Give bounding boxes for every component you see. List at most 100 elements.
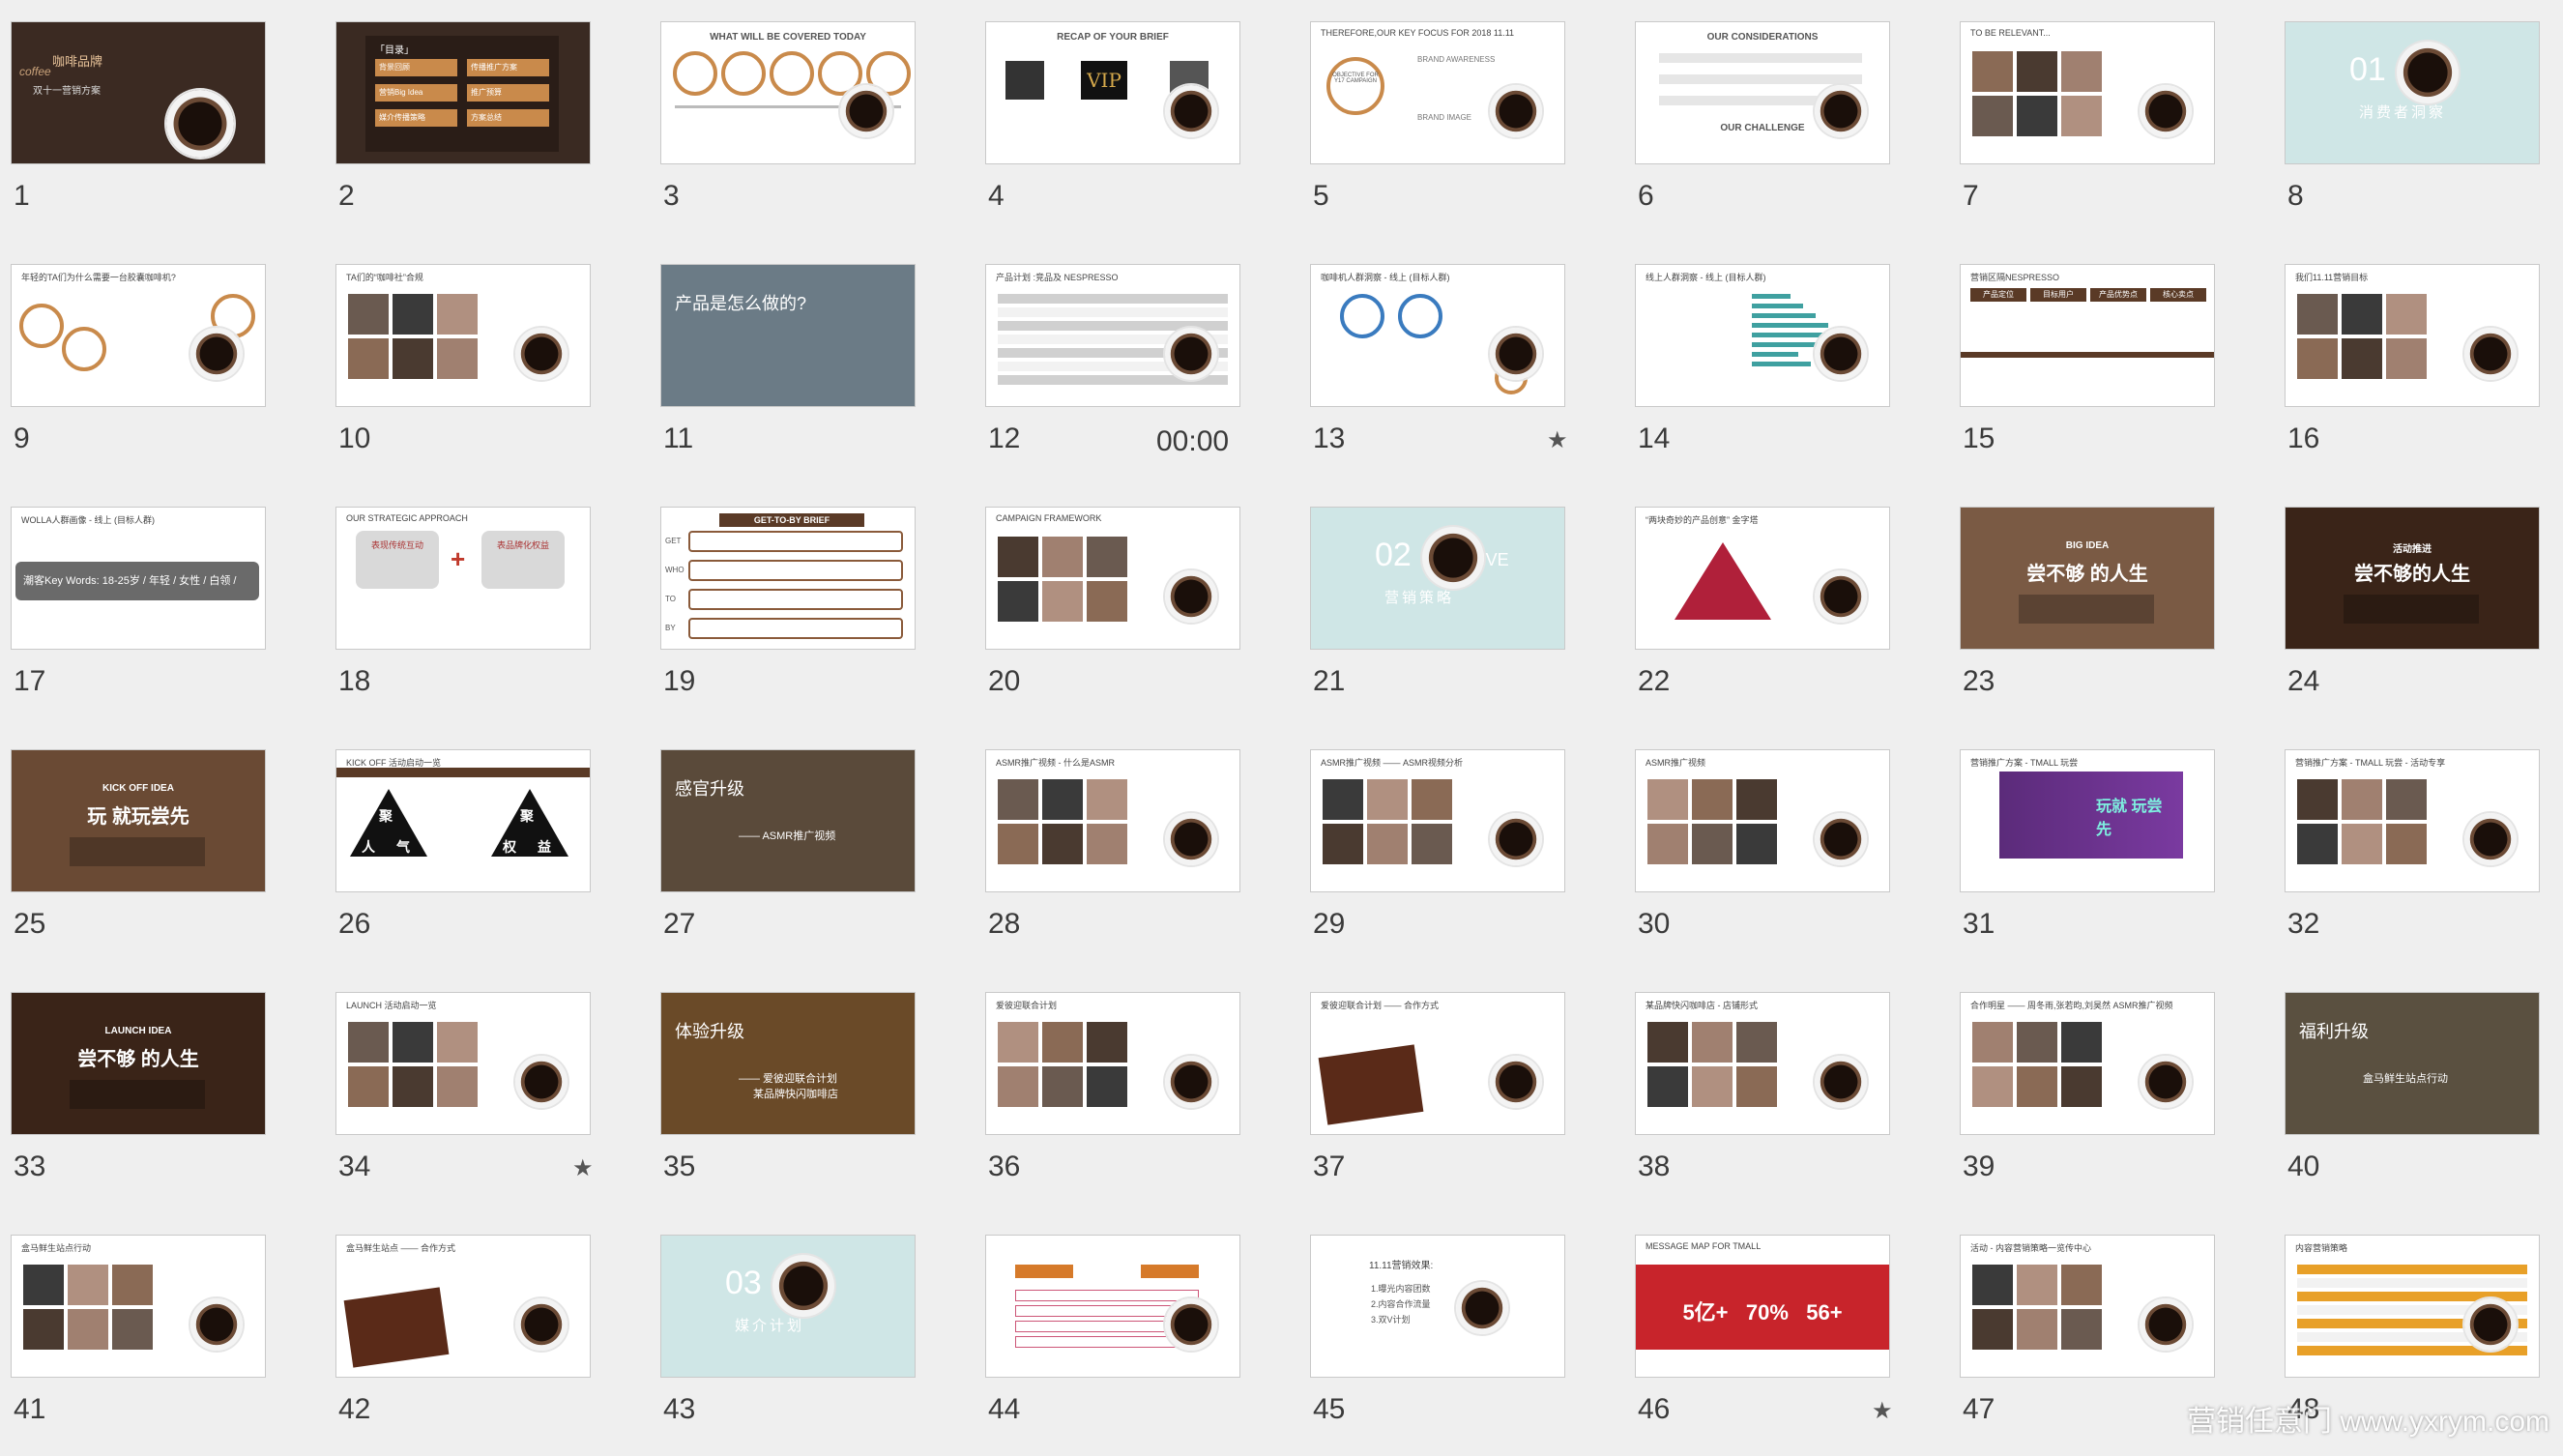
slide-thumbnail[interactable]: 内容营销策略 <box>2285 1235 2540 1378</box>
slide-thumbnail[interactable]: 年轻的TA们为什么需要一台胶囊咖啡机? <box>11 264 266 407</box>
list-item: 3.双V计划 <box>1371 1315 1411 1325</box>
slide-thumbnail[interactable]: RECAP OF YOUR BRIEF VIP <box>985 21 1240 164</box>
slide-thumbnail[interactable]: 01Insight消费者洞察 <box>2285 21 2540 164</box>
slide-thumbnail[interactable]: 咖啡机人群洞察 - 线上 (目标人群) <box>1310 264 1565 407</box>
slide-thumbnail-cell[interactable]: 爱彼迎联合计划 —— 合作方式 37 <box>1299 971 1624 1213</box>
slide-thumbnail[interactable]: MESSAGE MAP FOR TMALL 5亿+ 70% 56+ <box>1635 1235 1890 1378</box>
slide-thumbnail[interactable]: WOLLA人群画像 - 线上 (目标人群) 潮客Key Words: 18-25岁… <box>11 507 266 650</box>
slide-thumbnail-cell[interactable]: “两块奇妙的产品创意” 金字塔 22 <box>1624 485 1949 728</box>
slide-thumbnail[interactable]: “两块奇妙的产品创意” 金字塔 <box>1635 507 1890 650</box>
slide-thumbnail[interactable]: 营销推广方案 - TMALL 玩尝 玩就 玩尝先 <box>1960 749 2215 892</box>
slide-thumbnail-cell[interactable]: ASMR推广视频 - 什么是ASMR 28 <box>975 728 1299 971</box>
slide-thumbnail[interactable]: 11.11营销效果: 1.曝光内容团数 2.内容合作流量 3.双V计划 <box>1310 1235 1565 1378</box>
slide-thumbnail[interactable]: 活动 - 内容营销策略一览传中心 <box>1960 1235 2215 1378</box>
slide-thumbnail-cell[interactable]: KICK OFF IDEA 玩 就玩尝先 25 <box>0 728 325 971</box>
slide-thumbnail-cell[interactable]: ASMR推广视频 30 <box>1624 728 1949 971</box>
slide-thumbnail-cell[interactable]: OUR CONSIDERATIONS OUR CHALLENGE 6 <box>1624 0 1949 243</box>
slide-thumbnail[interactable]: BIG IDEA 尝不够 的人生 <box>1960 507 2215 650</box>
slide-thumbnail[interactable]: LAUNCH 活动启动一览 <box>335 992 591 1135</box>
slide-thumbnail-cell[interactable]: 合作明星 —— 周冬雨,张若昀,刘昊然 ASMR推广视频 39 <box>1949 971 2274 1213</box>
slide-thumbnail-cell[interactable]: 活动推进 尝不够的人生 24 <box>2274 485 2563 728</box>
slide-thumbnail[interactable]: 03TMALL媒介计划 <box>660 1235 916 1378</box>
slide-thumbnail-cell[interactable]: WOLLA人群画像 - 线上 (目标人群) 潮客Key Words: 18-25岁… <box>0 485 325 728</box>
slide-thumbnail[interactable]: OUR STRATEGIC APPROACH 表现传统互动 + 表品牌化权益 <box>335 507 591 650</box>
slide-thumbnail-cell[interactable]: 03TMALL媒介计划 43 <box>650 1213 975 1456</box>
photo-tile <box>1412 824 1452 864</box>
slide-thumbnail-cell[interactable]: 福利升级 盒马鲜生站点行动 40 <box>2274 971 2563 1213</box>
slide-thumbnail-cell[interactable]: CAMPAIGN FRAMEWORK 20 <box>975 485 1299 728</box>
slide-thumbnail-cell[interactable]: 年轻的TA们为什么需要一台胶囊咖啡机? 9 <box>0 243 325 485</box>
slide-thumbnail[interactable]: ASMR推广视频 - 什么是ASMR <box>985 749 1240 892</box>
slide-thumbnail[interactable]: 产品计划 :竞品及 NESPRESSO <box>985 264 1240 407</box>
slide-thumbnail[interactable]: WHAT WILL BE COVERED TODAY <box>660 21 916 164</box>
slide-thumbnail[interactable]: 线上人群洞察 - 线上 (目标人群) <box>1635 264 1890 407</box>
slide-thumbnail[interactable]: 我们11.11营销目标 <box>2285 264 2540 407</box>
slide-thumbnail-cell[interactable]: 「目录」 背景回顾 营销Big Idea 媒介传播策略 传播推广方案 推广预算 方案总结 2 <box>325 0 650 243</box>
slide-thumbnail-cell[interactable]: 某品牌快闪咖啡店 - 店铺形式 38 <box>1624 971 1949 1213</box>
brand-image-label: BRAND IMAGE <box>1417 113 1472 122</box>
slide-thumbnail[interactable]: 爱彼迎联合计划 <box>985 992 1240 1135</box>
slide-thumbnail[interactable]: CAMPAIGN FRAMEWORK <box>985 507 1240 650</box>
slide-thumbnail-cell[interactable]: 营销区隔NESPRESSO 产品定位 目标用户 产品优势点 核心卖点 15 <box>1949 243 2274 485</box>
slide-thumbnail[interactable]: 福利升级 盒马鲜生站点行动 <box>2285 992 2540 1135</box>
slide-thumbnail-cell[interactable]: LAUNCH IDEA 尝不够 的人生 33 <box>0 971 325 1213</box>
slide-thumbnail-cell[interactable]: 02CREATIVE营销策略 21 <box>1299 485 1624 728</box>
slide-thumbnail[interactable]: 合作明星 —— 周冬雨,张若昀,刘昊然 ASMR推广视频 <box>1960 992 2215 1135</box>
slide-thumbnail-cell[interactable]: GET-TO-BY BRIEF GET WHO TO BY 19 <box>650 485 975 728</box>
slide-thumbnail-cell[interactable]: 产品计划 :竞品及 NESPRESSO 12 <box>975 243 1299 485</box>
slide-thumbnail[interactable] <box>985 1235 1240 1378</box>
slide-title: THEREFORE,OUR KEY FOCUS FOR 2018 11.11 <box>1321 28 1515 38</box>
slide-thumbnail-cell[interactable]: 线上人群洞察 - 线上 (目标人群) 14 <box>1624 243 1949 485</box>
slide-thumbnail[interactable]: TO BE RELEVANT... <box>1960 21 2215 164</box>
slide-number: 35 <box>663 1150 696 1182</box>
slide-thumbnail[interactable]: ASMR推广视频 —— ASMR视频分析 <box>1310 749 1565 892</box>
slide-thumbnail-cell[interactable]: TA们的“咖啡社”合规 10 <box>325 243 650 485</box>
slide-thumbnail-cell[interactable]: 感官升级 —— ASMR推广视频 27 <box>650 728 975 971</box>
slide-thumbnail[interactable]: KICK OFF IDEA 玩 就玩尝先 <box>11 749 266 892</box>
slide-thumbnail-cell[interactable]: 爱彼迎联合计划 36 <box>975 971 1299 1213</box>
slide-thumbnail-cell[interactable]: RECAP OF YOUR BRIEF VIP 4 <box>975 0 1299 243</box>
slide-thumbnail[interactable]: 活动推进 尝不够的人生 <box>2285 507 2540 650</box>
slide-thumbnail[interactable]: 营销推广方案 - TMALL 玩尝 - 活动专享 <box>2285 749 2540 892</box>
slide-thumbnail[interactable]: 某品牌快闪咖啡店 - 店铺形式 <box>1635 992 1890 1135</box>
slide-thumbnail-cell[interactable]: 咖啡机人群洞察 - 线上 (目标人群) 13 ★ <box>1299 243 1624 485</box>
coffee-cup-image <box>1815 85 1867 137</box>
slide-thumbnail-cell[interactable]: THEREFORE,OUR KEY FOCUS FOR 2018 11.11 OB… <box>1299 0 1624 243</box>
slide-thumbnail[interactable]: 感官升级 —— ASMR推广视频 <box>660 749 916 892</box>
slide-thumbnail[interactable]: ASMR推广视频 <box>1635 749 1890 892</box>
slide-thumbnail-cell[interactable]: 营销推广方案 - TMALL 玩尝 玩就 玩尝先 31 <box>1949 728 2274 971</box>
slide-thumbnail-cell[interactable]: 营销推广方案 - TMALL 玩尝 - 活动专享 32 <box>2274 728 2563 971</box>
slide-thumbnail-cell[interactable]: WHAT WILL BE COVERED TODAY 3 <box>650 0 975 243</box>
slide-thumbnail[interactable]: THEREFORE,OUR KEY FOCUS FOR 2018 11.11 OB… <box>1310 21 1565 164</box>
slide-thumbnail[interactable]: 盒马鲜生站点行动 <box>11 1235 266 1378</box>
slide-thumbnail-cell[interactable]: 咖啡品牌 coffee 双十一营销方案 1 <box>0 0 325 243</box>
slide-thumbnail[interactable]: 「目录」 背景回顾 营销Big Idea 媒介传播策略 传播推广方案 推广预算 方案总结 <box>335 21 591 164</box>
slide-thumbnail[interactable]: 咖啡品牌 coffee 双十一营销方案 <box>11 21 266 164</box>
slide-thumbnail-cell[interactable]: BIG IDEA 尝不够 的人生 23 <box>1949 485 2274 728</box>
slide-thumbnail[interactable]: 产品是怎么做的? <box>660 264 916 407</box>
slide-thumbnail-cell[interactable]: LAUNCH 活动启动一览 34 ★ <box>325 971 650 1213</box>
slide-thumbnail[interactable]: 02CREATIVE营销策略 <box>1310 507 1565 650</box>
slide-thumbnail-cell[interactable]: 盒马鲜生站点行动 41 <box>0 1213 325 1456</box>
slide-thumbnail-cell[interactable]: OUR STRATEGIC APPROACH 表现传统互动 + 表品牌化权益 18 <box>325 485 650 728</box>
slide-thumbnail[interactable]: 体验升级 —— 爱彼迎联合计划 某品牌快闪咖啡店 <box>660 992 916 1135</box>
slide-thumbnail-cell[interactable]: 11.11营销效果: 1.曝光内容团数 2.内容合作流量 3.双V计划 45 <box>1299 1213 1624 1456</box>
slide-thumbnail[interactable]: LAUNCH IDEA 尝不够 的人生 <box>11 992 266 1135</box>
slide-thumbnail-cell[interactable]: 01Insight消费者洞察 8 <box>2274 0 2563 243</box>
slide-thumbnail-cell[interactable]: KICK OFF 活动启动一览聚人气聚权益 26 <box>325 728 650 971</box>
slide-thumbnail[interactable]: TA们的“咖啡社”合规 <box>335 264 591 407</box>
slide-thumbnail[interactable]: GET-TO-BY BRIEF GET WHO TO BY <box>660 507 916 650</box>
slide-thumbnail-cell[interactable]: TO BE RELEVANT... 7 <box>1949 0 2274 243</box>
slide-thumbnail-cell[interactable]: 产品是怎么做的? 11 <box>650 243 975 485</box>
slide-thumbnail-cell[interactable]: 44 <box>975 1213 1299 1456</box>
slide-thumbnail-cell[interactable]: 体验升级 —— 爱彼迎联合计划 某品牌快闪咖啡店 35 <box>650 971 975 1213</box>
slide-thumbnail[interactable]: OUR CONSIDERATIONS OUR CHALLENGE <box>1635 21 1890 164</box>
slide-thumbnail-cell[interactable]: MESSAGE MAP FOR TMALL 5亿+ 70% 56+ 46 ★ <box>1624 1213 1949 1456</box>
slide-thumbnail-cell[interactable]: ASMR推广视频 —— ASMR视频分析 29 <box>1299 728 1624 971</box>
slide-thumbnail[interactable]: KICK OFF 活动启动一览聚人气聚权益 <box>335 749 591 892</box>
slide-thumbnail[interactable]: 盒马鲜生站点 —— 合作方式 <box>335 1235 591 1378</box>
slide-thumbnail-cell[interactable]: 盒马鲜生站点 —— 合作方式 42 <box>325 1213 650 1456</box>
slide-thumbnail[interactable]: 爱彼迎联合计划 —— 合作方式 <box>1310 992 1565 1135</box>
slide-thumbnail[interactable]: 营销区隔NESPRESSO 产品定位 目标用户 产品优势点 核心卖点 <box>1960 264 2215 407</box>
slide-thumbnail-cell[interactable]: 我们11.11营销目标 16 <box>2274 243 2563 485</box>
